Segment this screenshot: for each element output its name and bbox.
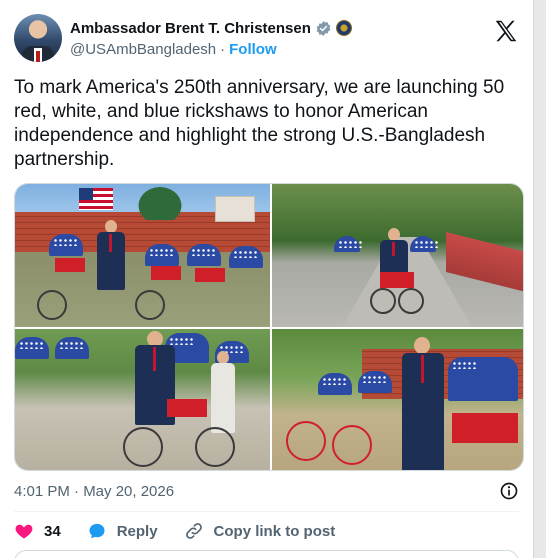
photo-4[interactable] xyxy=(272,329,523,470)
verified-badge-icon xyxy=(316,20,331,36)
info-icon[interactable] xyxy=(499,481,519,501)
tweet-card: Ambassador Brent T. Christensen @USAmbBa… xyxy=(0,0,534,558)
rickshaw-seat xyxy=(151,266,181,280)
x-logo-icon[interactable] xyxy=(493,18,519,44)
name-row: Ambassador Brent T. Christensen xyxy=(70,18,352,38)
reply-bubble-icon xyxy=(89,523,105,539)
author-display-name[interactable]: Ambassador Brent T. Christensen xyxy=(70,20,311,37)
handle-separator: · xyxy=(220,41,226,58)
photo-2[interactable] xyxy=(272,184,523,327)
rickshaw-seat xyxy=(55,258,85,272)
copy-link-button[interactable]: Copy link to post xyxy=(184,521,336,541)
rickshaw-hood xyxy=(55,337,89,359)
rickshaw-wheel xyxy=(37,290,67,320)
like-button[interactable]: 34 xyxy=(14,521,61,541)
divider xyxy=(14,511,519,512)
rickshaw-hood xyxy=(410,236,440,252)
rickshaw-wheel xyxy=(332,425,372,465)
rickshaw-hood xyxy=(187,244,221,266)
us-flag xyxy=(79,188,113,210)
photo-1[interactable] xyxy=(15,184,270,327)
rickshaw-wheel xyxy=(370,288,396,314)
rickshaw-hood xyxy=(334,236,364,252)
rickshaw-hood xyxy=(49,234,83,256)
rickshaw-seat xyxy=(380,272,414,288)
government-seal-icon xyxy=(335,20,352,36)
rickshaw-hood xyxy=(229,246,263,268)
tweet-header: Ambassador Brent T. Christensen @USAmbBa… xyxy=(14,14,519,64)
action-bar: 34 Reply Copy link to post xyxy=(14,518,519,544)
tree xyxy=(135,184,185,220)
like-count: 34 xyxy=(44,522,61,540)
reply-label: Reply xyxy=(116,522,158,540)
tweet-text: To mark America's 250th anniversary, we … xyxy=(14,77,505,170)
rickshaw-wheel xyxy=(195,427,235,467)
rickshaw-hood xyxy=(145,244,179,266)
red-wall xyxy=(446,232,523,292)
rickshaw-hood xyxy=(448,357,518,401)
link-icon xyxy=(185,523,202,539)
media-grid xyxy=(14,183,524,471)
tweet-meta: 4:01 PM · May 20, 2026 xyxy=(14,481,519,501)
rickshaw-seat xyxy=(195,268,225,282)
handle-row: @USAmbBangladesh · Follow xyxy=(70,41,352,58)
next-card-edge xyxy=(14,550,519,558)
rickshaw-hood xyxy=(318,373,352,395)
avatar-tie xyxy=(36,51,40,62)
avatar[interactable] xyxy=(14,14,62,62)
rickshaw-wheel xyxy=(135,290,165,320)
author-handle[interactable]: @USAmbBangladesh xyxy=(70,41,216,58)
follow-button[interactable]: Follow xyxy=(229,41,277,58)
reply-button[interactable]: Reply xyxy=(87,521,158,541)
rickshaw-wheel xyxy=(123,427,163,467)
rickshaw-wheel xyxy=(286,421,326,461)
rickshaw-hood xyxy=(358,371,392,393)
photo-3[interactable] xyxy=(15,329,270,470)
building-block xyxy=(215,196,255,222)
author-block: Ambassador Brent T. Christensen @USAmbBa… xyxy=(70,18,352,58)
heart-icon xyxy=(15,524,33,539)
rickshaw-wheel xyxy=(398,288,424,314)
tweet-timestamp[interactable]: 4:01 PM · May 20, 2026 xyxy=(14,483,174,500)
rickshaw-seat xyxy=(167,399,207,417)
rickshaw-seat xyxy=(452,413,518,443)
copy-link-label: Copy link to post xyxy=(213,522,336,540)
rickshaw-hood xyxy=(15,337,49,359)
